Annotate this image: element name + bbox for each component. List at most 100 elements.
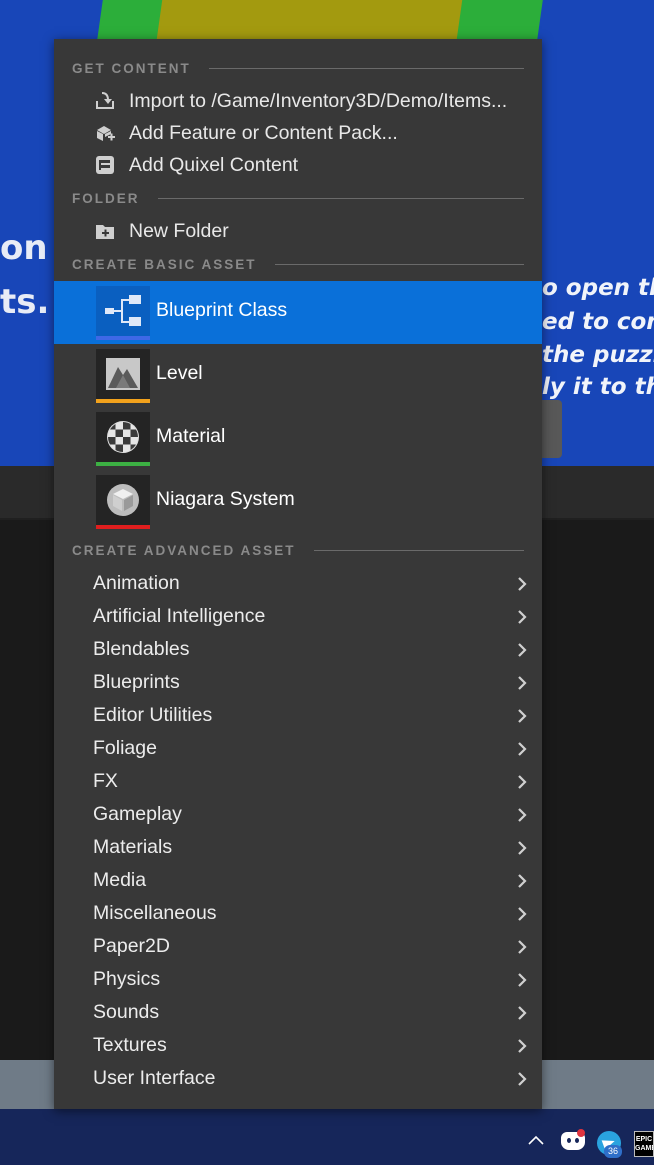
submenu-item-label: Media: [93, 869, 147, 891]
chevron-right-icon: [518, 808, 527, 822]
submenu-item-paper2d[interactable]: Paper2D: [54, 930, 542, 963]
section-divider: [274, 263, 524, 265]
submenu-item-blendables[interactable]: Blendables: [54, 633, 542, 666]
viewport-text-right-4: ly it to th: [542, 374, 654, 400]
discord-notification-dot: [577, 1129, 585, 1137]
telegram-unread-badge: 36: [604, 1145, 622, 1158]
epic-games-icon[interactable]: EPIC GAMES: [634, 1131, 654, 1157]
chevron-right-icon: [518, 907, 527, 921]
submenu-item-label: Physics: [93, 968, 161, 990]
section-create-basic-asset: CREATE BASIC ASSET: [72, 254, 524, 274]
blueprint-icon: [96, 286, 150, 340]
menu-item-level[interactable]: Level: [54, 344, 542, 407]
import-icon: [94, 90, 116, 112]
menu-item-label: Blueprint Class: [156, 299, 288, 321]
submenu-item-label: Materials: [93, 836, 173, 858]
asset-color-bar: [96, 525, 150, 529]
menu-item-import[interactable]: Import to /Game/Inventory3D/Demo/Items..…: [54, 85, 542, 117]
chevron-right-icon: [518, 973, 527, 987]
viewport-text-left-2: ts.: [0, 282, 50, 322]
submenu-item-animation[interactable]: Animation: [54, 567, 542, 600]
submenu-item-physics[interactable]: Physics: [54, 963, 542, 996]
submenu-item-fx[interactable]: FX: [54, 765, 542, 798]
submenu-item-textures[interactable]: Textures: [54, 1029, 542, 1062]
submenu-item-sounds[interactable]: Sounds: [54, 996, 542, 1029]
asset-color-bar: [96, 462, 150, 466]
submenu-item-label: Animation: [93, 572, 180, 594]
section-get-content: GET CONTENT: [72, 58, 524, 78]
submenu-item-user-interface[interactable]: User Interface: [54, 1062, 542, 1095]
section-create-advanced-asset: CREATE ADVANCED ASSET: [72, 540, 524, 560]
niagara-icon: [96, 475, 150, 529]
add-content-menu: GET CONTENT Import to /Game/Inventory3D/…: [54, 39, 542, 1109]
viewport-text-right-3: the puzzl: [542, 342, 654, 368]
submenu-item-label: Foliage: [93, 737, 157, 759]
menu-item-label: Level: [156, 362, 203, 384]
submenu-item-label: Paper2D: [93, 935, 170, 957]
viewport-text-right-2: ed to con: [542, 309, 654, 335]
level-icon: [96, 349, 150, 403]
menu-item-new-folder[interactable]: New Folder: [54, 215, 542, 247]
menu-item-add-feature-pack[interactable]: Add Feature or Content Pack...: [54, 117, 542, 149]
submenu-item-editor-utilities[interactable]: Editor Utilities: [54, 699, 542, 732]
submenu-item-label: FX: [93, 770, 118, 792]
menu-item-label: Add Feature or Content Pack...: [129, 121, 398, 144]
chevron-right-icon: [518, 1072, 527, 1086]
submenu-item-label: Miscellaneous: [93, 902, 217, 924]
chevron-right-icon: [518, 841, 527, 855]
section-title: FOLDER: [72, 190, 140, 206]
windows-taskbar: 36 EPIC GAMES: [0, 1109, 654, 1165]
viewport-yellow-prop: [156, 0, 464, 42]
section-title: CREATE ADVANCED ASSET: [72, 542, 296, 558]
menu-item-add-quixel[interactable]: Add Quixel Content: [54, 149, 542, 181]
viewport-panel-edge: [540, 400, 562, 458]
new-folder-icon: [94, 220, 116, 242]
submenu-item-blueprints[interactable]: Blueprints: [54, 666, 542, 699]
section-title: GET CONTENT: [72, 60, 191, 76]
asset-color-bar: [96, 399, 150, 403]
viewport-text-left-1: on: [0, 228, 48, 268]
viewport-text-right-1: o open th: [542, 275, 654, 301]
chevron-right-icon: [518, 775, 527, 789]
menu-item-blueprint-class[interactable]: Blueprint Class: [54, 281, 542, 344]
menu-item-label: Material: [156, 425, 226, 447]
menu-item-label: Add Quixel Content: [129, 153, 299, 176]
submenu-item-label: User Interface: [93, 1067, 216, 1089]
menu-item-label: Niagara System: [156, 488, 295, 510]
submenu-item-materials[interactable]: Materials: [54, 831, 542, 864]
menu-item-material[interactable]: Material: [54, 407, 542, 470]
section-folder: FOLDER: [72, 188, 524, 208]
submenu-item-label: Artificial Intelligence: [93, 605, 266, 627]
submenu-item-label: Blueprints: [93, 671, 180, 693]
submenu-item-label: Sounds: [93, 1001, 160, 1023]
submenu-item-gameplay[interactable]: Gameplay: [54, 798, 542, 831]
chevron-right-icon: [518, 676, 527, 690]
submenu-item-label: Editor Utilities: [93, 704, 213, 726]
chevron-right-icon: [518, 610, 527, 624]
screen: on ts. o open th ed to con the puzzl ly …: [0, 0, 654, 1165]
section-divider: [313, 549, 524, 551]
section-divider: [157, 197, 524, 199]
menu-item-niagara-system[interactable]: Niagara System: [54, 470, 542, 533]
chevron-right-icon: [518, 643, 527, 657]
section-divider: [208, 67, 524, 69]
menu-item-label: New Folder: [129, 219, 229, 242]
submenu-item-media[interactable]: Media: [54, 864, 542, 897]
submenu-item-miscellaneous[interactable]: Miscellaneous: [54, 897, 542, 930]
section-title: CREATE BASIC ASSET: [72, 256, 257, 272]
submenu-item-foliage[interactable]: Foliage: [54, 732, 542, 765]
chevron-right-icon: [518, 742, 527, 756]
tray-chevron-up-icon[interactable]: [526, 1131, 546, 1151]
asset-color-bar: [96, 336, 150, 340]
chevron-right-icon: [518, 940, 527, 954]
submenu-item-label: Textures: [93, 1034, 167, 1056]
submenu-item-label: Blendables: [93, 638, 190, 660]
content-pack-icon: [94, 122, 116, 144]
chevron-right-icon: [518, 1039, 527, 1053]
submenu-item-label: Gameplay: [93, 803, 182, 825]
chevron-right-icon: [518, 577, 527, 591]
quixel-icon: [94, 154, 116, 176]
material-icon: [96, 412, 150, 466]
submenu-item-artificial-intelligence[interactable]: Artificial Intelligence: [54, 600, 542, 633]
chevron-right-icon: [518, 709, 527, 723]
